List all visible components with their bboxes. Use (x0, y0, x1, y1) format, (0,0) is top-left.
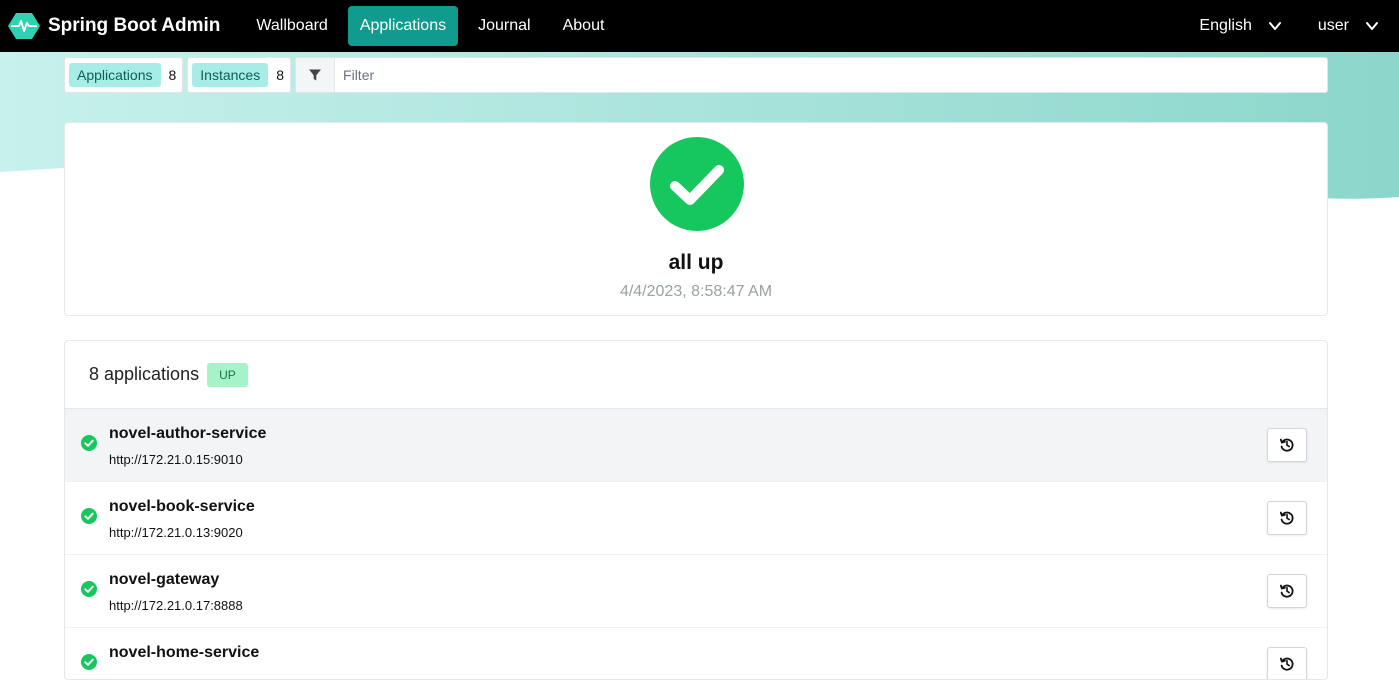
history-icon (1279, 657, 1294, 671)
application-name: novel-home-service (109, 644, 260, 661)
status-badge: UP (207, 362, 248, 387)
application-name: novel-gateway (109, 571, 220, 588)
user-dropdown[interactable]: user (1318, 17, 1379, 35)
nav-applications[interactable]: Applications (347, 6, 459, 46)
check-circle-icon (81, 581, 97, 597)
check-circle-icon (81, 654, 97, 670)
applications-count-pill: Applications 8 (64, 57, 184, 93)
history-button[interactable] (1267, 428, 1307, 462)
history-icon (1279, 438, 1294, 452)
nav-about[interactable]: About (551, 6, 617, 46)
brand[interactable]: Spring Boot Admin (8, 12, 220, 40)
application-url: http://172.21.0.13:9020 (109, 525, 243, 540)
user-label: user (1317, 17, 1349, 34)
nav-right: English user (1199, 0, 1379, 52)
application-row[interactable]: novel-gateway http://172.21.0.17:8888 (65, 555, 1327, 628)
history-icon (1279, 511, 1294, 525)
filter-toolbar: Applications 8 Instances 8 (64, 57, 1328, 93)
status-timestamp: 4/4/2023, 8:58:47 AM (619, 283, 773, 300)
status-card: all up 4/4/2023, 8:58:47 AM (64, 122, 1328, 316)
filter-icon-wrap (296, 58, 336, 92)
filter-box (295, 57, 1328, 93)
applications-header: 8 applications UP (65, 341, 1327, 409)
applications-card: 8 applications UP novel-author-service h… (64, 340, 1328, 680)
application-url: http://172.21.0.15:9010 (109, 452, 243, 467)
applications-tag: Applications (69, 63, 161, 87)
application-url: http://172.21.0.17:8888 (109, 598, 243, 613)
check-circle-icon (81, 508, 97, 524)
check-circle-icon (650, 137, 744, 231)
funnel-icon (309, 69, 322, 81)
nav-journal[interactable]: Journal (466, 6, 542, 46)
application-row[interactable]: novel-author-service http://172.21.0.15:… (65, 409, 1327, 482)
heartbeat-icon (8, 13, 40, 39)
brand-title: Spring Boot Admin (48, 15, 221, 36)
application-name: novel-author-service (109, 425, 267, 442)
history-icon (1279, 584, 1294, 598)
instances-count: 8 (276, 67, 285, 83)
nav-wallboard[interactable]: Wallboard (244, 6, 339, 46)
application-row[interactable]: novel-home-service (65, 628, 1327, 679)
top-navbar: Spring Boot Admin Wallboard Applications… (0, 0, 1399, 52)
chevron-down-icon (1366, 22, 1378, 30)
language-label: English (1199, 17, 1252, 34)
application-row[interactable]: novel-book-service http://172.21.0.13:90… (65, 482, 1327, 555)
filter-input[interactable] (335, 58, 1327, 92)
history-button[interactable] (1267, 574, 1307, 608)
applications-count: 8 (168, 67, 177, 83)
history-button[interactable] (1267, 647, 1307, 679)
check-circle-icon (81, 435, 97, 451)
history-button[interactable] (1267, 501, 1307, 535)
applications-heading: 8 applications (89, 364, 200, 384)
language-dropdown[interactable]: English (1199, 17, 1281, 35)
main-nav: Wallboard Applications Journal About (244, 6, 616, 46)
instances-tag: Instances (192, 63, 269, 87)
chevron-down-icon (1268, 22, 1281, 30)
application-name: novel-book-service (109, 498, 255, 515)
instances-count-pill: Instances 8 (187, 57, 292, 93)
status-title: all up (668, 251, 724, 274)
